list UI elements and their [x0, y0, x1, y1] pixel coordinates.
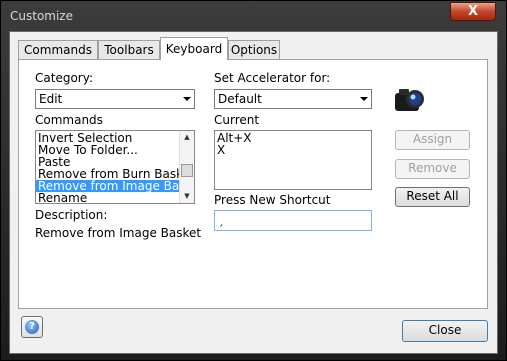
camera-icon [393, 86, 427, 114]
tab-toolbars[interactable]: Toolbars [98, 40, 160, 59]
category-label: Category: [35, 71, 93, 85]
current-keys-list[interactable]: Alt+X X [214, 130, 372, 190]
list-item[interactable]: Alt+X [215, 132, 371, 144]
remove-button[interactable]: Remove [395, 159, 470, 179]
description-label: Description: [35, 208, 108, 222]
reset-all-button[interactable]: Reset All [395, 187, 470, 207]
current-label: Current [214, 113, 260, 127]
list-item[interactable]: Rename [36, 192, 194, 203]
help-button[interactable]: ? [21, 316, 43, 338]
chevron-down-icon [183, 97, 191, 101]
list-item[interactable]: X [215, 144, 371, 156]
help-icon: ? [25, 320, 39, 334]
scroll-up-icon[interactable]: ▲ [180, 131, 194, 144]
dialog-client-area: Commands Toolbars Keyboard Options Categ… [9, 31, 498, 354]
category-dropdown[interactable]: Edit [35, 89, 195, 109]
window-title: Customize [10, 9, 73, 23]
shortcut-input[interactable]: ˏ [214, 210, 372, 231]
accelerator-value: Default [218, 92, 262, 106]
keyboard-tab-panel: Category: Edit Commands Invert Selection… [18, 59, 488, 309]
accelerator-dropdown[interactable]: Default [214, 89, 372, 109]
tab-keyboard[interactable]: Keyboard [160, 37, 228, 60]
close-button[interactable]: Close [402, 320, 488, 342]
category-value: Edit [39, 92, 63, 106]
description-text: Remove from Image Basket [35, 226, 202, 240]
assign-button[interactable]: Assign [395, 130, 470, 150]
press-new-shortcut-label: Press New Shortcut [214, 193, 331, 207]
scroll-thumb[interactable] [181, 164, 193, 177]
chevron-down-icon [360, 97, 368, 101]
scroll-down-icon[interactable]: ▼ [180, 190, 194, 203]
commands-list[interactable]: Invert Selection Move To Folder... Paste… [35, 130, 195, 204]
commands-label: Commands [35, 113, 103, 127]
tab-options[interactable]: Options [228, 40, 280, 59]
commands-scrollbar[interactable]: ▲ ▼ [179, 131, 194, 203]
customize-dialog: Customize X Commands Toolbars Keyboard O… [0, 0, 507, 361]
tab-commands[interactable]: Commands [18, 40, 98, 59]
title-bar[interactable]: Customize X [1, 1, 506, 31]
window-close-button[interactable]: X [450, 2, 496, 21]
set-accelerator-label: Set Accelerator for: [214, 71, 331, 85]
